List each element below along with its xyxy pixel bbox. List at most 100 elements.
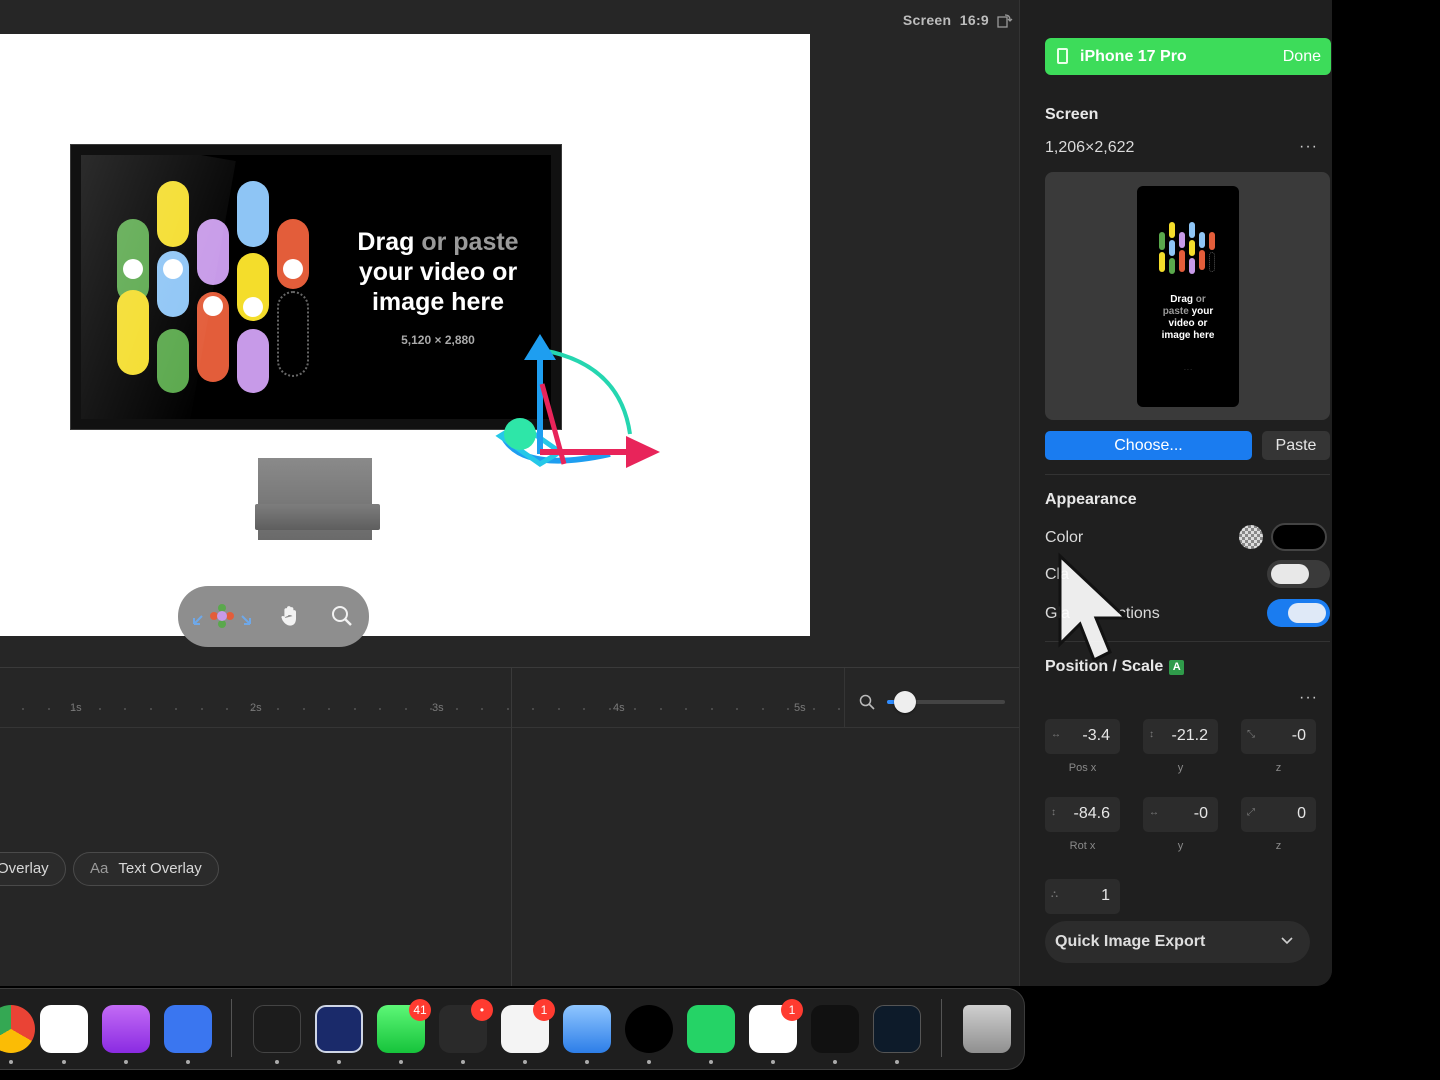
rotate-icon[interactable] [997,12,1013,28]
app-window: Screen 16:9 Drag or paste your video or … [0,0,1332,986]
running-indicator [523,1060,527,1064]
timeline[interactable]: 1s 2s 3s 4s 5s Overlay Aa Text Overlay [0,667,1019,986]
ruler-tick [507,708,509,710]
overlay-chip[interactable]: Overlay [0,852,66,886]
rot-x-field[interactable]: ↕ -84.6 [1045,797,1120,832]
pill-shape [237,181,269,247]
pill-shape [157,251,189,317]
spotify-icon[interactable] [625,1005,673,1053]
screen-studio-icon[interactable] [873,1005,921,1053]
running-indicator [771,1060,775,1064]
depth-arrow-icon: ⤡ [1247,729,1255,740]
clay-toggle[interactable] [1267,560,1330,588]
screen-section-title: Screen [1045,106,1099,123]
rot-z-field[interactable]: ⤢ 0 [1241,797,1316,832]
ruler-tick [609,708,611,710]
move-tool-icon[interactable] [190,604,254,628]
signal-icon[interactable] [164,1005,212,1053]
rotato-icon[interactable] [253,1005,301,1053]
depth-arrow-icon: ⤢ [1247,807,1255,818]
glass-reflections-toggle[interactable] [1267,599,1330,627]
gizmo-center-handle[interactable] [504,418,536,450]
ruler-tick [73,708,75,710]
screen-aspect-button[interactable]: Screen 16:9 [903,12,989,28]
scale-field[interactable]: ⛬ 1 [1045,879,1120,914]
quick-image-export-button[interactable]: Quick Image Export [1045,921,1310,963]
running-indicator [709,1060,713,1064]
ruler-tick [736,708,738,710]
zoom-slider-knob[interactable] [893,691,916,713]
pos-x-caption: Pos x [1068,762,1097,774]
done-button[interactable]: Done [1283,48,1321,66]
chevron-down-icon [1281,937,1293,945]
cleaner-icon[interactable] [563,1005,611,1053]
messages-icon[interactable]: 41 [377,999,431,1053]
gizmo-y-arrow[interactable] [524,334,556,360]
pill-shape [237,329,269,393]
choose-button[interactable]: Choose... [1045,431,1252,460]
ruler-tick [226,708,228,710]
search-icon [859,694,875,710]
pill-shape [117,219,149,303]
arc-icon[interactable] [811,1005,859,1053]
running-indicator [337,1060,341,1064]
pos-x-field[interactable]: ↔ -3.4 [1045,719,1120,754]
trash-icon[interactable] [963,1005,1011,1053]
hand-tool-icon[interactable] [278,604,302,628]
running-indicator [399,1060,403,1064]
bear-icon[interactable]: 1 [501,999,555,1053]
whatsapp-icon[interactable] [687,1005,735,1053]
ruler-tick [430,708,432,710]
ruler-tick [634,708,636,710]
slack-icon[interactable] [40,1005,88,1053]
pill-shape [157,329,189,393]
ruler-tick [328,708,330,710]
screen-resolution: 1,206×2,622 [1045,139,1135,156]
chatgpt-icon[interactable]: 1 [749,999,803,1053]
transform-gizmo[interactable] [480,324,670,484]
pill-outline [277,291,309,377]
text-overlay-chip[interactable]: Aa Text Overlay [73,852,219,886]
running-indicator [833,1060,837,1064]
pill-dot [283,259,303,279]
podcasts-icon[interactable] [102,1005,150,1053]
transparent-color-icon[interactable] [1239,525,1263,549]
pill-dot [243,297,263,317]
ruler-tick [201,708,203,710]
appearance-section-title: Appearance [1045,491,1137,508]
vertical-arrow-icon: ↕ [1051,807,1056,818]
ruler-tick [838,708,840,710]
color-well[interactable] [1271,523,1327,551]
phone-preview: Drag or paste your video or image here ·… [1137,186,1239,407]
finder-icon[interactable] [315,1005,363,1053]
ruler-tick [277,708,279,710]
vertical-arrow-icon: ↕ [1149,729,1154,740]
gizmo-x-arrow[interactable] [626,436,660,468]
zoom-icon[interactable] [330,604,354,628]
ruler-tick [99,708,101,710]
rot-y-field[interactable]: ↔ -0 [1143,797,1218,832]
timeline-ruler[interactable]: 1s 2s 3s 4s 5s [0,668,844,728]
position-more-button[interactable]: ··· [1299,689,1318,707]
dock-separator [231,999,232,1057]
render-canvas[interactable]: Drag or paste your video or image here 5,… [0,34,810,636]
running-indicator [895,1060,899,1064]
ruler-tick [379,708,381,710]
horizontal-arrow-icon: ↔ [1149,807,1159,818]
linear-icon[interactable]: • [439,999,493,1053]
divider [1045,474,1330,475]
screen-more-button[interactable]: ··· [1299,138,1318,156]
device-selector[interactable]: iPhone 17 Pro Done [1045,38,1331,75]
gizmo-rotation-arc[interactable] [541,348,632,435]
chrome-icon[interactable] [0,1005,35,1053]
pos-z-field[interactable]: ⤡ -0 [1241,719,1316,754]
dock-separator [941,999,942,1057]
ruler-tick [303,708,305,710]
text-icon: Aa [90,860,109,877]
playhead-divider [511,668,512,986]
ruler-tick [583,708,585,710]
paste-button[interactable]: Paste [1262,431,1330,460]
screen-preview[interactable]: Drag or paste your video or image here ·… [1045,172,1330,420]
running-indicator [62,1060,66,1064]
pos-y-field[interactable]: ↕ -21.2 [1143,719,1218,754]
